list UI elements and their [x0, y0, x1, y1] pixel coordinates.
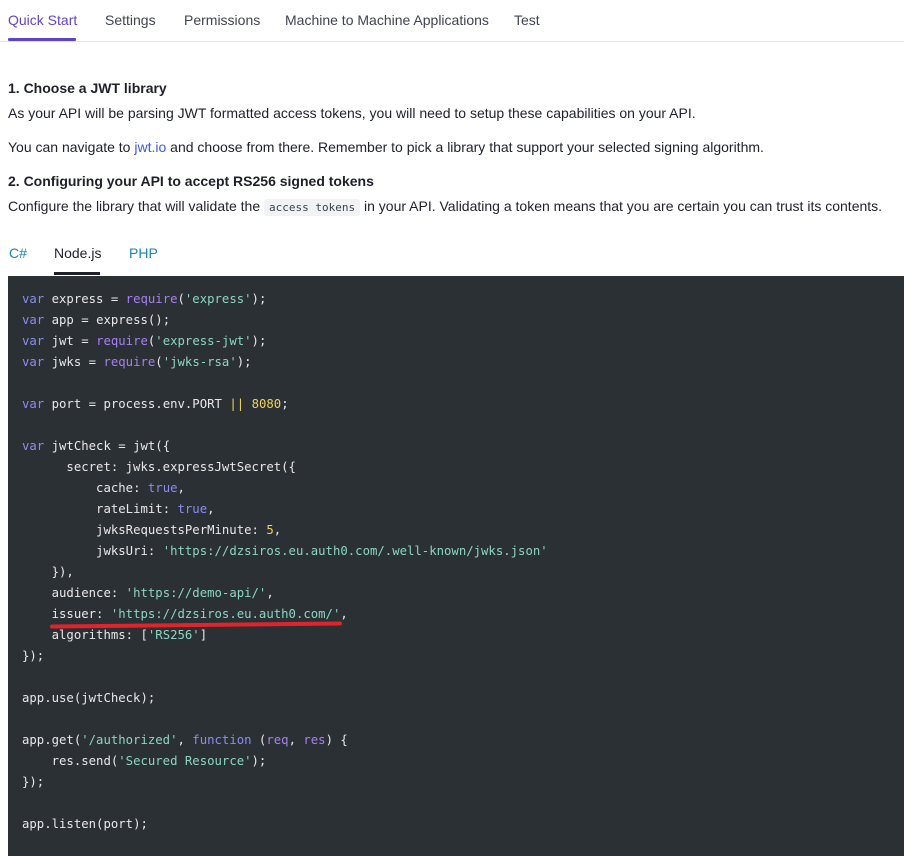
- step1-title: 1. Choose a JWT library: [8, 80, 167, 96]
- step1-para2-suffix: and choose from there. Remember to pick …: [166, 139, 764, 155]
- step1-paragraph-2: You can navigate to jwt.io and choose fr…: [8, 139, 764, 155]
- lang-tab-php[interactable]: PHP: [129, 245, 158, 261]
- jwt-io-link[interactable]: jwt.io: [134, 139, 166, 155]
- lang-tab-nodejs[interactable]: Node.js: [54, 245, 101, 261]
- lang-tab-csharp[interactable]: C#: [9, 245, 27, 261]
- code-block[interactable]: var express = require('express'); var ap…: [8, 276, 904, 856]
- tab-settings[interactable]: Settings: [105, 12, 156, 28]
- step2-title: 2. Configuring your API to accept RS256 …: [8, 173, 374, 189]
- active-tab-indicator: [8, 38, 76, 41]
- tab-permissions[interactable]: Permissions: [184, 12, 260, 28]
- tab-quick-start[interactable]: Quick Start: [8, 12, 77, 28]
- lang-tab-indicator: [54, 272, 100, 275]
- top-tab-bar: Quick Start Settings Permissions Machine…: [0, 0, 904, 42]
- tab-machine-to-machine-applications[interactable]: Machine to Machine Applications: [285, 12, 489, 28]
- step2-para-prefix: Configure the library that will validate…: [8, 198, 265, 214]
- tab-test[interactable]: Test: [514, 12, 540, 28]
- code-listing: var express = require('express'); var ap…: [22, 292, 548, 831]
- step1-para2-prefix: You can navigate to: [8, 139, 135, 155]
- access-tokens-code: access tokens: [264, 199, 361, 216]
- step1-paragraph-1: As your API will be parsing JWT formatte…: [8, 105, 696, 121]
- step2-paragraph: Configure the library that will validate…: [8, 198, 883, 216]
- step2-para-suffix: in your API. Validating a token means th…: [360, 198, 883, 214]
